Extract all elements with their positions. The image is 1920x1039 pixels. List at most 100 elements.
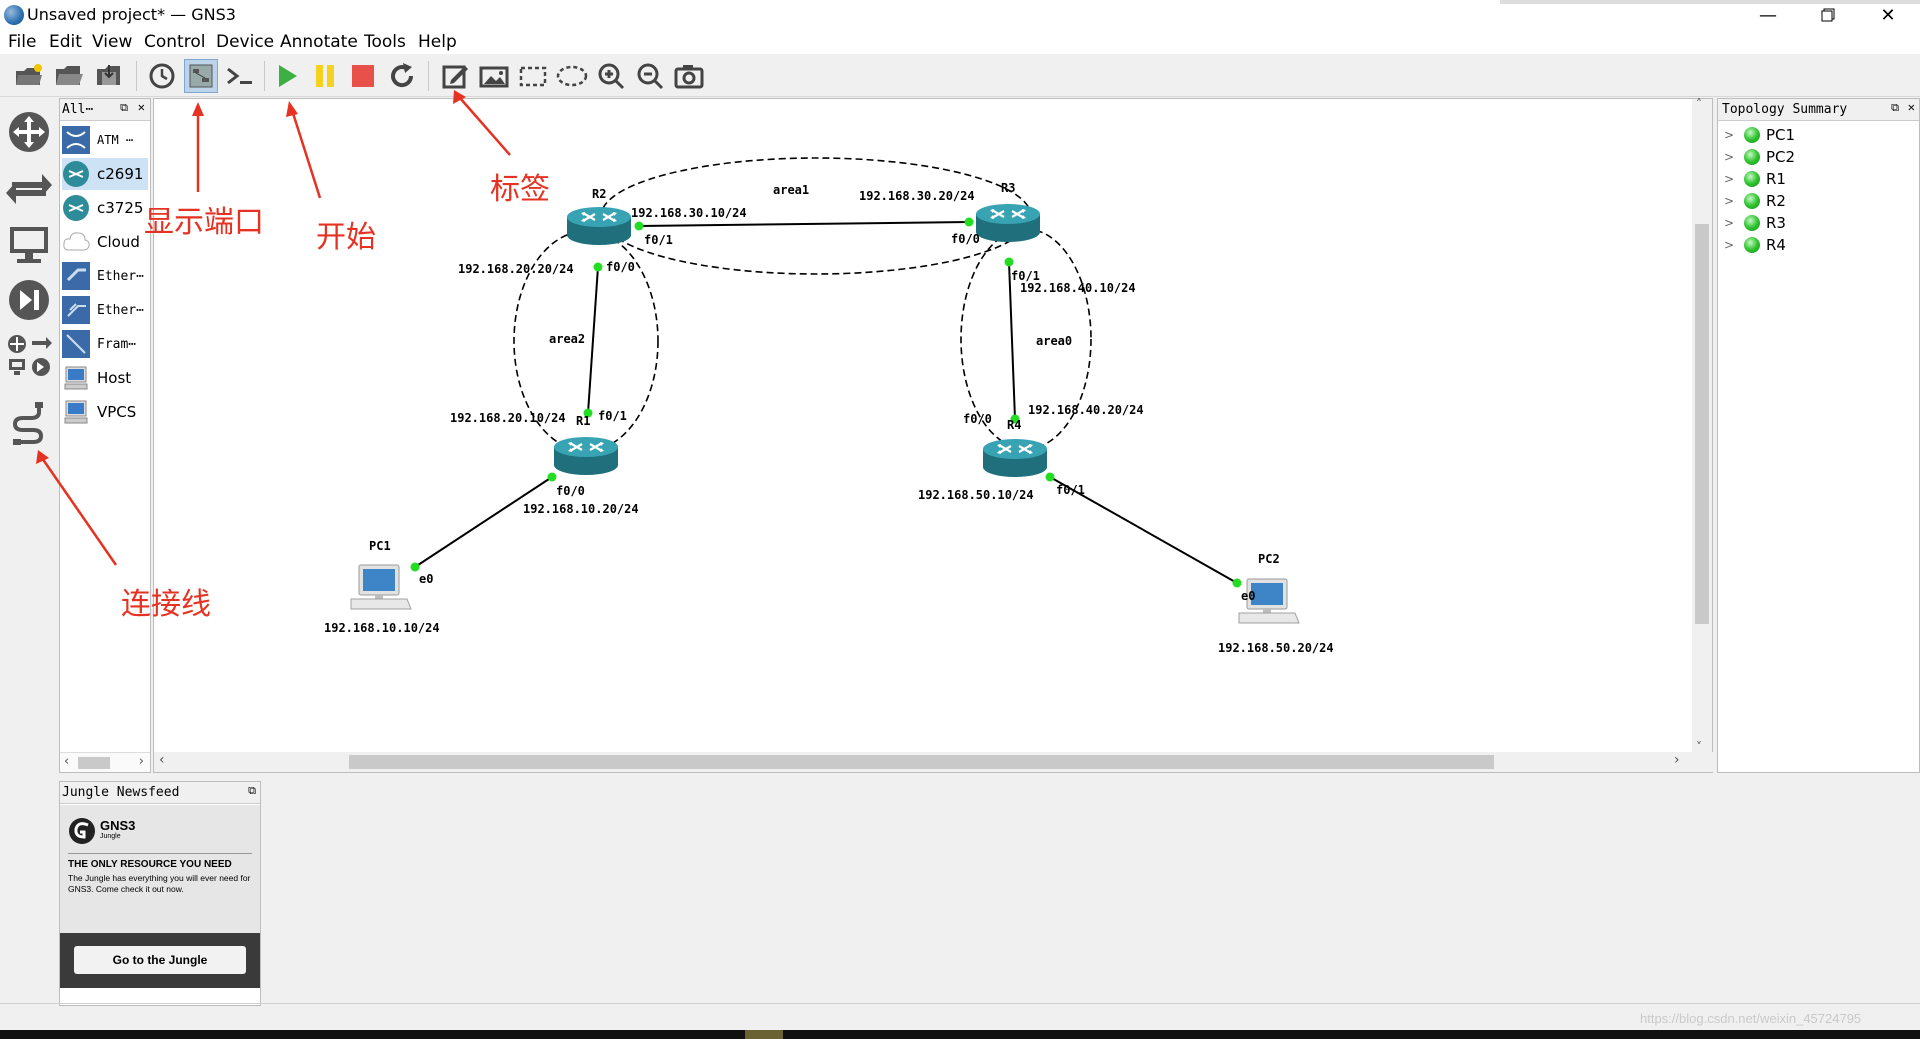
float-panel-icon[interactable]: ⧉	[248, 784, 256, 798]
device-item-cloud[interactable]: Cloud	[62, 226, 148, 258]
add-link-button[interactable]	[4, 398, 54, 450]
end-devices-category-button[interactable]	[4, 218, 54, 270]
device-item-ethernet-switch[interactable]: Ether⋯	[62, 294, 148, 326]
insert-picture-button[interactable]	[477, 59, 511, 93]
r4-ip-up[interactable]: 192.168.40.20/24	[1028, 403, 1144, 417]
topology-item-pc2[interactable]: > PC2	[1724, 146, 1795, 168]
screenshot-button[interactable]	[672, 59, 706, 93]
port-r1-f00[interactable]	[547, 472, 557, 482]
device-item-frame-relay[interactable]: Fram⋯	[62, 328, 148, 360]
zoom-out-button[interactable]	[633, 59, 667, 93]
link-r2-r1[interactable]	[587, 266, 599, 414]
r2-r3-ip-r2[interactable]: 192.168.30.10/24	[631, 206, 747, 220]
port-r2-f00[interactable]	[593, 262, 603, 272]
r1-pc1-ip[interactable]: 192.168.10.20/24	[523, 502, 639, 516]
scroll-left-icon[interactable]: ‹	[64, 754, 69, 769]
vscroll-thumb[interactable]	[1695, 224, 1709, 624]
port-r3-f00[interactable]	[964, 217, 974, 227]
float-panel-icon[interactable]: ⧉	[120, 101, 128, 115]
canvas-hscroll[interactable]: ‹ ›	[154, 752, 1714, 772]
scroll-left-icon[interactable]: ‹	[159, 752, 165, 768]
menu-device[interactable]: Device	[216, 32, 274, 52]
taskbar-active-app[interactable]	[745, 1030, 783, 1039]
close-panel-icon[interactable]: ✕	[1908, 100, 1915, 114]
chevron-right-icon[interactable]: >	[1724, 216, 1736, 230]
suspend-all-button[interactable]	[308, 59, 342, 93]
scroll-thumb[interactable]	[78, 757, 110, 769]
snapshot-button[interactable]	[145, 59, 179, 93]
scroll-up-icon[interactable]: ˄	[1696, 97, 1702, 111]
close-button[interactable]: ✕	[1860, 0, 1916, 30]
topology-item-r4[interactable]: > R4	[1724, 234, 1786, 256]
menu-annotate[interactable]: Annotate	[280, 32, 358, 52]
device-item-c3725[interactable]: c3725	[62, 192, 148, 224]
hscroll-thumb[interactable]	[349, 755, 1494, 769]
console-all-button[interactable]	[223, 59, 257, 93]
switches-category-button[interactable]	[4, 162, 54, 214]
area2-label[interactable]: area2	[549, 332, 585, 346]
pc2-e0-label[interactable]: e0	[1241, 589, 1255, 603]
port-pc2-e0[interactable]	[1232, 578, 1242, 588]
router-r4[interactable]	[981, 437, 1049, 479]
device-item-c2691[interactable]: c2691	[62, 158, 148, 190]
go-to-jungle-button[interactable]: Go to the Jungle	[74, 946, 246, 974]
reload-all-button[interactable]	[385, 59, 419, 93]
chevron-right-icon[interactable]: >	[1724, 172, 1736, 186]
device-filter-label[interactable]: All⋯	[62, 102, 93, 117]
r1-ip-up[interactable]: 192.168.20.10/24	[450, 411, 566, 425]
device-item-vpcs[interactable]: VPCS	[62, 396, 148, 428]
area0-label[interactable]: area0	[1036, 334, 1072, 348]
topology-item-r3[interactable]: > R3	[1724, 212, 1786, 234]
start-all-button[interactable]	[270, 59, 304, 93]
r3-r4-ip-r3[interactable]: 192.168.40.10/24	[1020, 281, 1136, 295]
draw-ellipse-button[interactable]	[555, 59, 589, 93]
menu-view[interactable]: View	[92, 32, 132, 52]
device-panel-hscroll[interactable]: ‹ ›	[60, 752, 150, 772]
topology-item-pc1[interactable]: > PC1	[1724, 124, 1795, 146]
menu-help[interactable]: Help	[418, 32, 457, 52]
port-r3-f01[interactable]	[1004, 257, 1014, 267]
r1-f01-label[interactable]: f0/1	[598, 409, 627, 423]
r3-f00-label[interactable]: f0/0	[951, 232, 980, 246]
add-note-button[interactable]	[438, 59, 472, 93]
r1-f00-label[interactable]: f0/0	[556, 484, 585, 498]
menu-tools[interactable]: Tools	[364, 32, 406, 52]
float-panel-icon[interactable]: ⧉	[1891, 101, 1899, 115]
r4-f00-label[interactable]: f0/0	[963, 412, 992, 426]
stop-all-button[interactable]	[346, 59, 380, 93]
port-r4-f01[interactable]	[1045, 472, 1055, 482]
chevron-right-icon[interactable]: >	[1724, 128, 1736, 142]
topology-item-r1[interactable]: > R1	[1724, 168, 1786, 190]
all-devices-category-button[interactable]	[4, 330, 54, 382]
device-item-host[interactable]: Host	[62, 362, 148, 394]
chevron-right-icon[interactable]: >	[1724, 194, 1736, 208]
r4-f01-label[interactable]: f0/1	[1056, 483, 1085, 497]
chevron-right-icon[interactable]: >	[1724, 150, 1736, 164]
link-r1-pc1[interactable]	[414, 476, 553, 568]
save-project-button[interactable]	[92, 59, 126, 93]
device-item-atm[interactable]: ATM ⋯	[62, 124, 148, 156]
pc2-ip[interactable]: 192.168.50.20/24	[1218, 641, 1334, 655]
restore-button[interactable]	[1800, 0, 1856, 30]
topology-item-r2[interactable]: > R2	[1724, 190, 1786, 212]
r4-pc2-ip[interactable]: 192.168.50.10/24	[918, 488, 1034, 502]
area1-label[interactable]: area1	[773, 183, 809, 197]
canvas-vscroll[interactable]: ˄ ˅	[1692, 97, 1712, 754]
link-r2-r3[interactable]	[638, 221, 970, 227]
minimize-button[interactable]: —	[1740, 0, 1796, 30]
show-interface-labels-button[interactable]	[184, 59, 218, 93]
menu-control[interactable]: Control	[144, 32, 205, 52]
port-r2-f01[interactable]	[634, 221, 644, 231]
port-pc1-e0[interactable]	[410, 562, 420, 572]
close-panel-icon[interactable]: ✕	[138, 100, 145, 114]
draw-rectangle-button[interactable]	[516, 59, 550, 93]
router-r3[interactable]	[974, 202, 1042, 244]
pc1-node[interactable]	[350, 564, 412, 610]
chevron-right-icon[interactable]: >	[1724, 238, 1736, 252]
r2-r3-ip-r3[interactable]: 192.168.30.20/24	[859, 189, 975, 203]
routers-category-button[interactable]	[4, 106, 54, 158]
pc1-ip[interactable]: 192.168.10.10/24	[324, 621, 440, 635]
menu-edit[interactable]: Edit	[49, 32, 82, 52]
topology-canvas-area[interactable]: R2 R3 R1 R4 PC1 PC2 area1 area2 area0 19…	[153, 97, 1714, 773]
new-project-button[interactable]	[12, 59, 46, 93]
